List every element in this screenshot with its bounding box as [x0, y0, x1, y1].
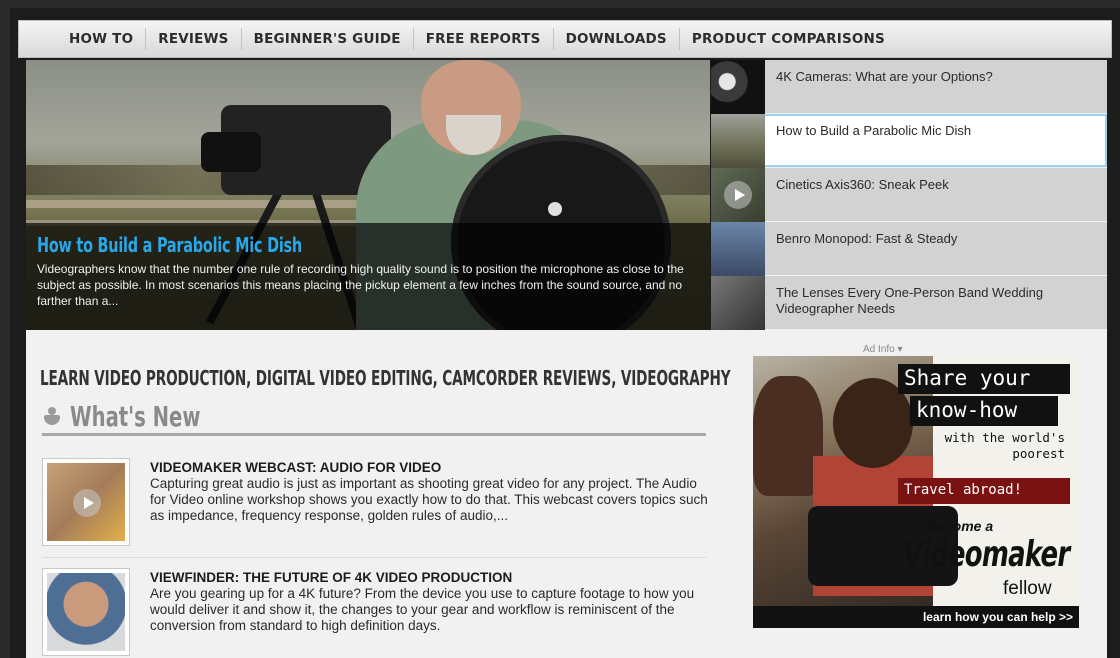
article-item: VIEWFINDER: THE FUTURE OF 4K VIDEO PRODU…	[42, 568, 706, 658]
article-body: VIDEOMAKER WEBCAST: AUDIO FOR VIDEO Capt…	[130, 458, 710, 557]
caret-down-icon: ▾	[897, 344, 903, 355]
article-thumbnail[interactable]	[42, 458, 130, 546]
section-title: What's New	[70, 400, 201, 433]
featured-thumbnail	[711, 114, 765, 168]
ad-subtext: with the world's poorest	[944, 430, 1065, 461]
article-body: VIEWFINDER: THE FUTURE OF 4K VIDEO PRODU…	[130, 568, 710, 658]
section-header: What's New	[42, 400, 706, 436]
ad-cta-link[interactable]: learn how you can help >>	[753, 606, 1079, 628]
article-excerpt: Are you gearing up for a 4K future? From…	[150, 586, 695, 633]
ad-travel-label: Travel abroad!	[898, 478, 1070, 504]
ad-headline-1: Share your	[898, 364, 1070, 394]
play-icon	[724, 181, 752, 209]
article-thumbnail-image	[47, 573, 125, 651]
article-title[interactable]: VIEWFINDER: THE FUTURE OF 4K VIDEO PRODU…	[150, 570, 710, 586]
page-headline: LEARN VIDEO PRODUCTION, DIGITAL VIDEO ED…	[40, 366, 731, 390]
featured-item-label: How to Build a Parabolic Mic Dish	[776, 123, 972, 138]
nav-downloads[interactable]: DOWNLOADS	[554, 28, 680, 50]
main-nav: HOW TO REVIEWS BEGINNER'S GUIDE FREE REP…	[18, 20, 1112, 58]
featured-list: 4K Cameras: What are your Options? How t…	[711, 60, 1107, 330]
nav-beginners-guide[interactable]: BEGINNER'S GUIDE	[242, 28, 414, 50]
featured-item[interactable]: Cinetics Axis360: Sneak Peek	[711, 168, 1107, 222]
featured-item[interactable]: 4K Cameras: What are your Options?	[711, 60, 1107, 114]
article-thumbnail[interactable]	[42, 568, 130, 656]
hero-excerpt: Videographers know that the number one r…	[37, 262, 684, 308]
hero-image-fence	[26, 200, 386, 208]
nav-product-comparisons[interactable]: PRODUCT COMPARISONS	[680, 28, 897, 50]
hero-image-camera-lens	[201, 132, 261, 172]
play-icon	[73, 489, 101, 517]
featured-item[interactable]: Benro Monopod: Fast & Steady	[711, 222, 1107, 276]
ad-become-label: Become a	[927, 518, 994, 534]
ad-info-link[interactable]: Ad Info ▾	[863, 344, 903, 355]
article-title[interactable]: VIDEOMAKER WEBCAST: AUDIO FOR VIDEO	[150, 460, 710, 476]
ad-banner[interactable]: Share your know-how with the world's poo…	[753, 356, 1079, 628]
nav-free-reports[interactable]: FREE REPORTS	[414, 28, 554, 50]
featured-thumbnail	[711, 168, 765, 222]
article-excerpt: Capturing great audio is just as importa…	[150, 476, 708, 523]
article-thumbnail-image	[47, 463, 125, 541]
hero-image-dish-mic	[548, 202, 562, 216]
hero-slider[interactable]: How to Build a Parabolic Mic Dish Videog…	[26, 60, 710, 330]
nav-how-to[interactable]: HOW TO	[57, 28, 147, 50]
featured-item-active[interactable]: How to Build a Parabolic Mic Dish	[711, 114, 1107, 168]
featured-item[interactable]: The Lenses Every One-Person Band Wedding…	[711, 276, 1107, 330]
hero-title[interactable]: How to Build a Parabolic Mic Dish	[37, 233, 514, 257]
featured-item-label: Benro Monopod: Fast & Steady	[776, 231, 958, 246]
featured-item-label: 4K Cameras: What are your Options?	[776, 69, 993, 84]
ad-info-label: Ad Info	[863, 344, 895, 355]
featured-item-label: The Lenses Every One-Person Band Wedding…	[776, 285, 1044, 316]
featured-thumbnail	[711, 276, 765, 330]
hero-caption: How to Build a Parabolic Mic Dish Videog…	[26, 223, 710, 330]
featured-thumbnail	[711, 222, 765, 276]
article-item: VIDEOMAKER WEBCAST: AUDIO FOR VIDEO Capt…	[42, 458, 708, 558]
videomaker-logo: Videomaker	[903, 534, 1070, 575]
ad-headline-2: know-how	[910, 396, 1058, 426]
nav-reviews[interactable]: REVIEWS	[146, 28, 242, 50]
video-user-icon	[42, 406, 62, 427]
featured-thumbnail	[711, 60, 765, 114]
featured-item-label: Cinetics Axis360: Sneak Peek	[776, 177, 949, 192]
ad-fellow-label: fellow	[1003, 578, 1052, 599]
